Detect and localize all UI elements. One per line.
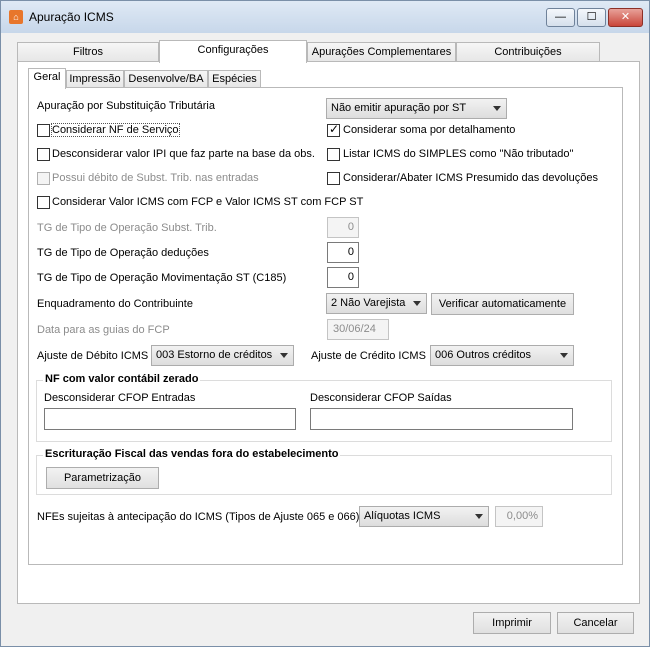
tg-subst-input[interactable]: 0 [327, 217, 359, 238]
subtab-desenvolve-ba[interactable]: Desenvolve/BA [124, 70, 208, 88]
verificar-button[interactable]: Verificar automaticamente [431, 293, 574, 315]
aliquotas-value: Alíquotas ICMS [364, 510, 441, 522]
fcp-data-label: Data para as guias do FCP [37, 324, 170, 336]
desconsiderar-ipi-label[interactable]: Desconsiderar valor IPI que faz parte na… [52, 148, 315, 160]
enquadramento-label: Enquadramento do Contribuinte [37, 298, 193, 310]
escrituracao-title: Escrituração Fiscal das vendas fora do e… [43, 448, 341, 460]
ajuste-credito-select[interactable]: 006 Outros créditos [430, 345, 574, 366]
nfes-label: NFEs sujeitas à antecipação do ICMS (Tip… [37, 511, 360, 523]
servico-label[interactable]: Considerar NF de Serviço [51, 123, 180, 137]
tg-mov-input[interactable]: 0 [327, 267, 359, 288]
window-title: Apuração ICMS [29, 10, 114, 24]
cfop-saidas-label: Desconsiderar CFOP Saídas [310, 392, 452, 404]
fcp-label[interactable]: Considerar Valor ICMS com FCP e Valor IC… [52, 196, 363, 208]
chevron-down-icon [560, 353, 568, 358]
servico-checkbox[interactable] [37, 124, 50, 137]
title-bar[interactable]: ⌂ Apuração ICMS — ☐ ✕ [1, 1, 649, 33]
chevron-down-icon [413, 301, 421, 306]
tg-mov-label: TG de Tipo de Operação Movimentação ST (… [37, 272, 287, 284]
debito-subst-label: Possui débito de Subst. Trib. nas entrad… [52, 172, 259, 184]
desconsiderar-ipi-checkbox[interactable] [37, 148, 50, 161]
tg-deducoes-label: TG de Tipo de Operação deduções [37, 247, 209, 259]
soma-detalhamento-checkbox[interactable]: ✓ [327, 122, 340, 137]
tab-contribuicoes[interactable]: Contribuições [456, 42, 600, 62]
nf-zerado-title: NF com valor contábil zerado [43, 373, 201, 385]
fcp-data-input[interactable]: 30/06/24 [327, 319, 389, 340]
configuracoes-panel: Geral Impressão Desenvolve/BA Espécies A… [17, 61, 640, 604]
chevron-down-icon [280, 353, 288, 358]
app-icon: ⌂ [9, 10, 23, 24]
close-button[interactable]: ✕ [608, 8, 643, 27]
geral-panel: Apuração por Substituição Tributária Não… [28, 87, 623, 565]
ajuste-credito-label: Ajuste de Crédito ICMS [311, 350, 426, 362]
checkmark-icon: ✓ [329, 122, 340, 136]
presumido-label[interactable]: Considerar/Abater ICMS Presumido das dev… [343, 172, 598, 184]
ajuste-credito-value: 006 Outros créditos [435, 349, 531, 361]
ajuste-debito-label: Ajuste de Débito ICMS [37, 350, 149, 362]
st-select-value: Não emitir apuração por ST [331, 102, 467, 114]
subtab-especies[interactable]: Espécies [208, 70, 261, 88]
chevron-down-icon [475, 514, 483, 519]
aliquota-percent-input[interactable]: 0,00% [495, 506, 543, 527]
simples-checkbox[interactable] [327, 148, 340, 161]
aliquotas-select[interactable]: Alíquotas ICMS [359, 506, 489, 527]
ajuste-debito-value: 003 Estorno de créditos [156, 349, 273, 361]
st-select[interactable]: Não emitir apuração por ST [326, 98, 507, 119]
debito-subst-checkbox[interactable] [37, 172, 50, 185]
enquadramento-select[interactable]: 2 Não Varejista [326, 293, 427, 314]
cfop-saidas-input[interactable] [310, 408, 573, 430]
tab-filtros[interactable]: Filtros [17, 42, 159, 62]
subtab-geral[interactable]: Geral [28, 68, 66, 89]
soma-detalhamento-label[interactable]: Considerar soma por detalhamento [343, 124, 515, 136]
apuracao-window: ⌂ Apuração ICMS — ☐ ✕ Filtros Configuraç… [0, 0, 650, 647]
client-area: Filtros Configurações Apurações Compleme… [9, 33, 641, 604]
minimize-button[interactable]: — [546, 8, 575, 27]
parametrizacao-button[interactable]: Parametrização [46, 467, 159, 489]
cfop-entradas-label: Desconsiderar CFOP Entradas [44, 392, 196, 404]
presumido-checkbox[interactable] [327, 172, 340, 185]
cancel-button[interactable]: Cancelar [557, 612, 634, 634]
tg-subst-label: TG de Tipo de Operação Subst. Trib. [37, 222, 217, 234]
fcp-checkbox[interactable] [37, 196, 50, 209]
ajuste-debito-select[interactable]: 003 Estorno de créditos [151, 345, 294, 366]
tab-configuracoes[interactable]: Configurações [159, 40, 307, 63]
tg-deducoes-input[interactable]: 0 [327, 242, 359, 263]
chevron-down-icon [493, 106, 501, 111]
tab-apuracoes-complementares[interactable]: Apurações Complementares [307, 42, 456, 62]
cfop-entradas-input[interactable] [44, 408, 296, 430]
simples-label[interactable]: Listar ICMS do SIMPLES como "Não tributa… [343, 148, 573, 160]
st-label: Apuração por Substituição Tributária [37, 100, 215, 112]
print-button[interactable]: Imprimir [473, 612, 551, 634]
subtab-impressao[interactable]: Impressão [66, 70, 124, 88]
maximize-button[interactable]: ☐ [577, 8, 606, 27]
enquadramento-value: 2 Não Varejista [331, 297, 406, 309]
parametrizacao-label: Parametrização [63, 472, 142, 484]
